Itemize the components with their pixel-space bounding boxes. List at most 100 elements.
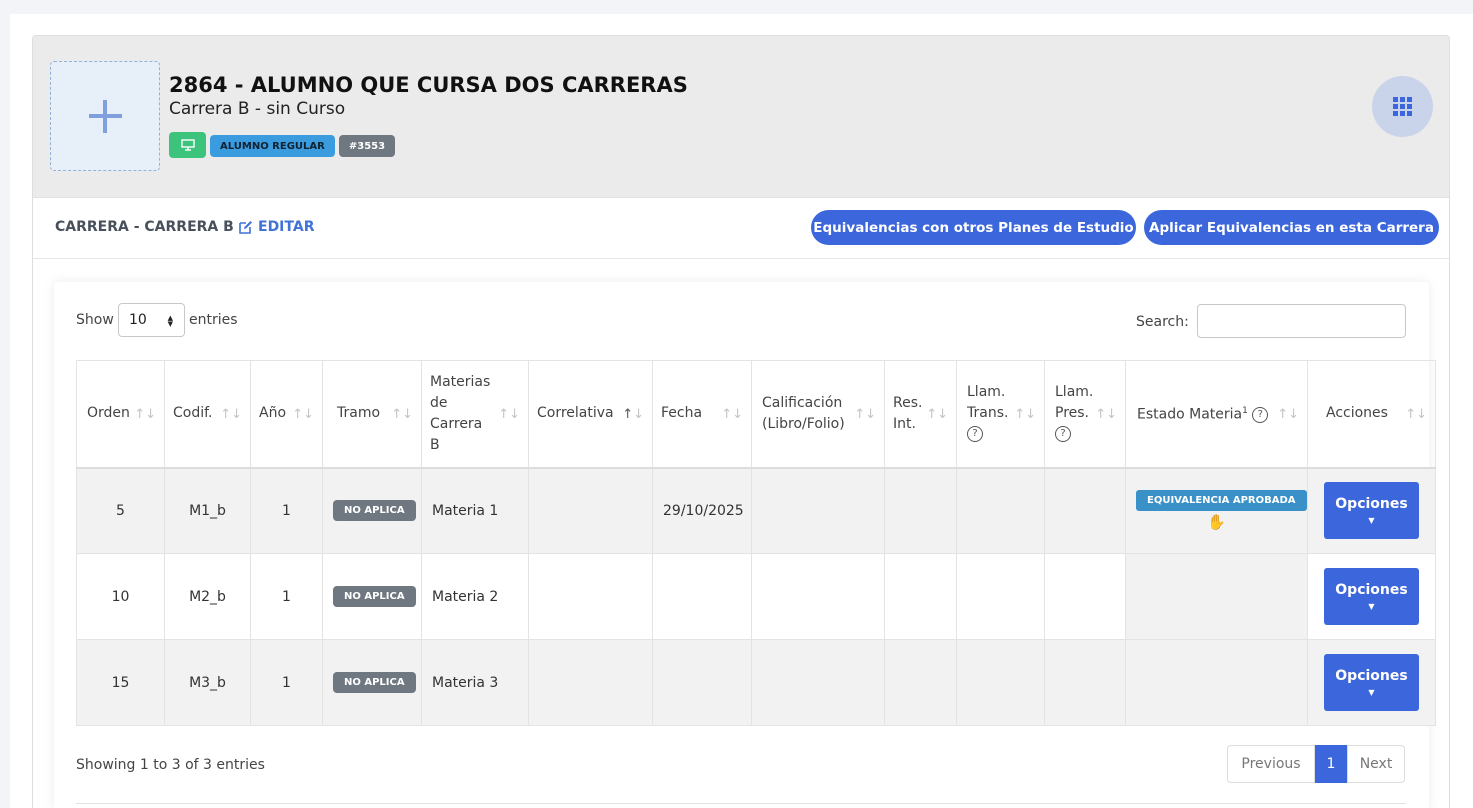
table-row: 15 M3_b 1 NO APLICA Materia 3 Opciones ▼: [76, 639, 1436, 726]
caret-down-icon: ▼: [1368, 602, 1375, 611]
table-header-row: Orden ↑↓ Codif. ↑↓ Año ↑↓ Tramo ↑↓ Materias d…: [76, 360, 1436, 469]
tramo-badge: NO APLICA: [333, 500, 416, 522]
cell-fecha: [652, 639, 752, 726]
cell-correlativa: [528, 553, 653, 640]
cell-correlativa: [528, 467, 653, 554]
plus-icon-vertical: [103, 100, 107, 133]
cell-llam-trans: [956, 467, 1045, 554]
cell-estado: EQUIVALENCIA APROBADA ✋: [1125, 467, 1308, 554]
cell-codif: M1_b: [164, 467, 251, 554]
sort-arrows-icon: ↑↓: [1095, 407, 1117, 422]
cell-orden: 5: [76, 467, 165, 554]
cell-materia: Materia 2: [421, 553, 529, 640]
cell-calificacion: [751, 553, 885, 640]
cell-orden: 15: [76, 639, 165, 726]
cell-estado: [1125, 639, 1308, 726]
col-tramo[interactable]: Tramo ↑↓: [322, 360, 422, 469]
help-icon[interactable]: ?: [1055, 426, 1071, 443]
sort-arrows-icon: ↑↓: [721, 407, 743, 422]
cell-codif: M3_b: [164, 639, 251, 726]
cell-acciones: Opciones ▼: [1307, 639, 1436, 726]
cell-anio: 1: [250, 467, 323, 554]
divider: [76, 803, 1406, 804]
materias-table: Orden ↑↓ Codif. ↑↓ Año ↑↓ Tramo ↑↓ Materias d…: [76, 360, 1436, 726]
cell-tramo: NO APLICA: [322, 553, 422, 640]
apply-equiv-button[interactable]: Aplicar Equivalencias en esta Carrera: [1144, 210, 1439, 245]
cell-codif: M2_b: [164, 553, 251, 640]
opciones-button[interactable]: Opciones ▼: [1324, 654, 1419, 711]
sort-arrows-icon: ↑↓: [292, 407, 314, 422]
table-row: 10 M2_b 1 NO APLICA Materia 2 Opciones ▼: [76, 553, 1436, 640]
id-badge: #3553: [338, 135, 396, 157]
cell-calificacion: [751, 639, 885, 726]
cell-res: [884, 553, 957, 640]
monitor-badge[interactable]: [169, 132, 206, 158]
cell-correlativa: [528, 639, 653, 726]
cell-llam-pres: [1044, 553, 1126, 640]
col-calificacion[interactable]: Calificación (Libro/Folio) ↑↓: [751, 360, 885, 469]
col-codif[interactable]: Codif. ↑↓: [164, 360, 251, 469]
equiv-other-plans-button[interactable]: Equivalencias con otros Planes de Estudi…: [811, 210, 1136, 245]
sort-arrows-icon: ↑↓: [926, 407, 948, 422]
cell-llam-pres: [1044, 467, 1126, 554]
cell-acciones: Opciones ▼: [1307, 553, 1436, 640]
tramo-badge: NO APLICA: [333, 672, 416, 693]
col-res-int[interactable]: Res. Int. ↑↓: [884, 360, 957, 469]
cell-acciones: Opciones ▼: [1307, 467, 1436, 554]
edit-carrera-link[interactable]: EDITAR: [239, 219, 314, 235]
pagination: Previous 1 Next: [1227, 745, 1405, 783]
sort-arrows-icon: ↑↓: [622, 407, 644, 422]
sort-arrows-icon: ↑↓: [1277, 407, 1299, 422]
select-arrows-icon: ▲ ▼: [167, 314, 173, 328]
col-fecha[interactable]: Fecha ↑↓: [652, 360, 752, 469]
tramo-badge: NO APLICA: [333, 586, 416, 607]
sort-arrows-icon: ↑↓: [854, 407, 876, 422]
cell-tramo: NO APLICA: [322, 639, 422, 726]
show-label: Show: [76, 312, 114, 328]
next-page-button[interactable]: Next: [1347, 745, 1405, 783]
apps-menu-button[interactable]: [1372, 76, 1433, 137]
col-materias[interactable]: Materias de Carrera B ↑↓: [421, 360, 529, 469]
search-input[interactable]: [1197, 304, 1406, 338]
help-icon[interactable]: ?: [1252, 407, 1269, 424]
badge-group: ALUMNO REGULAR #3553: [169, 132, 396, 158]
monitor-icon: [180, 139, 195, 151]
hand-icon[interactable]: ✋: [1136, 513, 1297, 531]
sort-arrows-icon: ↑↓: [134, 407, 156, 422]
col-orden[interactable]: Orden ↑↓: [76, 360, 165, 469]
cell-materia: Materia 1: [421, 467, 529, 554]
col-anio[interactable]: Año ↑↓: [250, 360, 323, 469]
help-icon[interactable]: ?: [967, 426, 983, 443]
student-header: 2864 - ALUMNO QUE CURSA DOS CARRERAS Car…: [33, 36, 1449, 198]
sort-arrows-icon: ↑↓: [1014, 407, 1036, 422]
col-llam-pres[interactable]: Llam. Pres.? ↑↓: [1044, 360, 1126, 469]
showing-info: Showing 1 to 3 of 3 entries: [76, 757, 265, 773]
status-badge: ALUMNO REGULAR: [210, 135, 335, 157]
previous-page-button[interactable]: Previous: [1227, 745, 1315, 783]
page-1-button[interactable]: 1: [1315, 745, 1347, 783]
cell-fecha: 29/10/2025: [652, 467, 752, 554]
col-correlativa[interactable]: Correlativa ↑↓: [528, 360, 653, 469]
cell-anio: 1: [250, 553, 323, 640]
cell-fecha: [652, 553, 752, 640]
cell-res: [884, 467, 957, 554]
sort-arrows-icon: ↑↓: [220, 407, 242, 422]
cell-anio: 1: [250, 639, 323, 726]
table-row: 5 M1_b 1 NO APLICA Materia 1 29/10/2025 …: [76, 467, 1436, 554]
cell-llam-trans: [956, 553, 1045, 640]
entries-value: 10: [129, 312, 147, 328]
col-estado-materia[interactable]: Estado Materia1 ? ↑↓: [1125, 360, 1308, 469]
student-title: 2864 - ALUMNO QUE CURSA DOS CARRERAS: [169, 73, 688, 97]
grid-icon: [1393, 97, 1412, 116]
cell-estado: [1125, 553, 1308, 640]
carrera-toolbar: CARRERA - CARRERA B EDITAR Equivalencias…: [33, 198, 1449, 259]
opciones-button[interactable]: Opciones ▼: [1324, 568, 1419, 625]
opciones-button[interactable]: Opciones ▼: [1324, 482, 1419, 540]
search-label: Search:: [1136, 314, 1189, 330]
col-acciones[interactable]: Acciones ↑↓: [1307, 360, 1436, 469]
student-subtitle: Carrera B - sin Curso: [169, 99, 346, 119]
entries-select[interactable]: 10 ▲ ▼: [118, 303, 185, 337]
avatar-upload[interactable]: [50, 61, 160, 171]
sort-arrows-icon: ↑↓: [498, 407, 520, 422]
col-llam-trans[interactable]: Llam. Trans.? ↑↓: [956, 360, 1045, 469]
